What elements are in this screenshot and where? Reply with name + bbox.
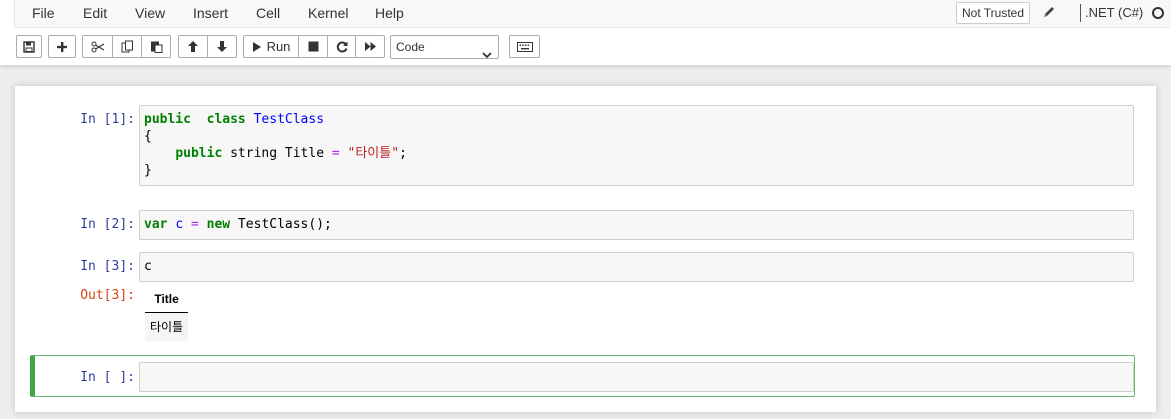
input-prompt: In [3]: [80, 259, 135, 274]
code-cell-input[interactable]: c [139, 252, 1134, 282]
copy-button[interactable] [112, 35, 142, 58]
table-header-title: Title [145, 288, 189, 313]
code-token: = [331, 146, 340, 161]
not-trusted-button[interactable]: Not Trusted [956, 2, 1031, 24]
code-token: string Title [222, 146, 332, 161]
code-editor[interactable] [140, 363, 1133, 390]
table-cell-value: 타이틀 [145, 312, 189, 341]
move-down-button[interactable] [207, 35, 237, 58]
code-editor[interactable]: public class TestClass { public string T… [140, 106, 1133, 184]
insert-cell-button[interactable] [48, 35, 76, 58]
menu-insert[interactable]: Insert [193, 5, 228, 21]
cut-button[interactable] [82, 35, 113, 58]
code-token: = [190, 217, 199, 232]
menu-cell[interactable]: Cell [256, 5, 280, 21]
move-up-button[interactable] [178, 35, 208, 58]
code-token: "타이틀" [347, 146, 400, 161]
restart-icon [336, 41, 348, 53]
notebook-header: File Edit View Insert Cell Kernel Help N… [0, 0, 1171, 65]
run-button[interactable]: Run [243, 35, 299, 58]
output-prompt: Out[3]: [80, 288, 135, 303]
fast-forward-icon [364, 41, 377, 52]
code-token: c [175, 217, 184, 232]
input-prompt: In [1]: [80, 112, 135, 127]
code-cell-input[interactable]: public class TestClass { public string T… [139, 105, 1134, 186]
copy-icon [121, 40, 134, 53]
restart-run-all-button[interactable] [355, 35, 385, 58]
code-token: c [144, 259, 152, 274]
code-token: TestClass(); [230, 217, 332, 232]
menu-bar: File Edit View Insert Cell Kernel Help N… [14, 0, 1171, 28]
paste-button[interactable] [141, 35, 171, 58]
play-icon [252, 41, 262, 53]
code-token: } [144, 163, 152, 178]
input-prompt: In [ ]: [80, 370, 135, 385]
save-button[interactable] [16, 35, 42, 58]
menu-view[interactable]: View [135, 5, 165, 21]
code-token: public [144, 112, 191, 127]
code-cell-input[interactable]: var c = new TestClass(); [139, 210, 1134, 240]
menu-edit[interactable]: Edit [83, 5, 107, 21]
command-palette-button[interactable] [509, 35, 540, 58]
restart-button[interactable] [327, 35, 356, 58]
kernel-name[interactable]: .NET (C#) [1085, 5, 1143, 20]
menu-help[interactable]: Help [375, 5, 404, 21]
kernel-separator [1080, 4, 1081, 22]
notebook-container: In [1]: public class TestClass { public … [15, 86, 1156, 412]
menu-kernel[interactable]: Kernel [308, 5, 348, 21]
run-label: Run [266, 39, 291, 54]
keyboard-icon [516, 41, 533, 52]
stop-icon [308, 41, 319, 52]
code-token: { [144, 129, 152, 144]
save-icon [23, 40, 35, 53]
code-editor[interactable]: c [140, 253, 1133, 280]
arrow-up-icon [187, 40, 199, 53]
code-cell-input[interactable] [139, 362, 1134, 392]
cell-type-select[interactable]: Code [390, 35, 499, 59]
pencil-icon[interactable] [1041, 4, 1057, 20]
code-token: public [175, 146, 223, 161]
menu-file[interactable]: File [32, 5, 55, 21]
chevron-down-icon [482, 44, 492, 66]
code-token: ; [399, 146, 407, 161]
output-table: Title 타이틀 [145, 288, 189, 341]
code-token: new [206, 217, 231, 232]
cut-icon [91, 41, 105, 53]
plus-icon [56, 41, 68, 53]
code-token: TestClass [253, 112, 325, 127]
interrupt-button[interactable] [298, 35, 328, 58]
code-token: var [144, 217, 168, 232]
arrow-down-icon [216, 40, 228, 53]
input-prompt: In [2]: [80, 217, 135, 232]
code-editor[interactable]: var c = new TestClass(); [140, 211, 1133, 238]
code-token: class [206, 112, 246, 127]
kernel-idle-indicator-icon [1152, 7, 1164, 19]
paste-icon [150, 40, 163, 53]
cell-type-value: Code [396, 40, 425, 54]
